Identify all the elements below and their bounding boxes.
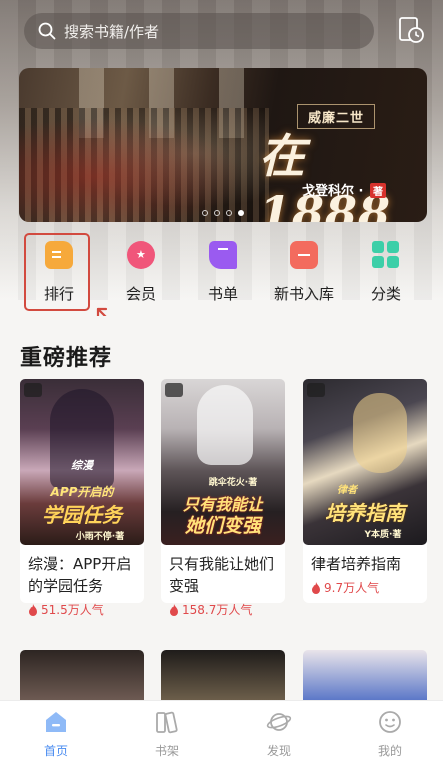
book-title: 综漫：APP开启的学园任务 [28,555,132,595]
book-popularity: 51.5万人气 [28,601,144,618]
cover-text-1: 综漫 [71,459,93,472]
popularity-text: 158.7万人气 [182,603,253,617]
reading-history-icon[interactable] [396,15,426,45]
recommend-section: 重磅推荐 综漫 APP开启的 学园任务 小雨不停·著 综漫：APP开启的学园任务… [0,316,443,700]
book-cover: 律者 培养指南 Y本质·著 [303,379,427,545]
tab-home[interactable]: 首页 [16,701,96,759]
home-icon [46,712,66,732]
category-label: 分类 [370,285,401,303]
category-icon [372,241,400,269]
book-cover-partial[interactable] [20,650,144,700]
tab-profile[interactable]: 我的 [350,701,430,759]
book-card[interactable]: 律者 培养指南 Y本质·著 律者培养指南 9.7万人气 [303,379,427,603]
search-bar[interactable]: 搜索书籍/作者 [24,13,374,49]
discover-icon [266,713,292,731]
book-popularity: 158.7万人气 [169,601,285,618]
cover-badge [24,383,42,397]
cover-text-3: 她们变强 [184,515,261,537]
search-icon [38,22,56,40]
book-card[interactable]: 综漫 APP开启的 学园任务 小雨不停·著 综漫：APP开启的学园任务 51.5… [20,379,144,617]
book-card[interactable]: 跳伞花火·著 只有我能让 她们变强 只有我能让她们变强 158.7万人气 [161,379,285,617]
banner-author-name: 戈登科尔 [302,184,355,199]
category-label: 新书入库 [273,285,334,303]
category-label: 会员 [125,285,156,303]
cover-badge [307,383,325,397]
section-title: 重磅推荐 [20,346,113,371]
bottom-tab-bar: 首页 书架 发现 我的 [0,700,443,759]
booklist-icon [209,241,237,269]
book-title: 只有我能让她们变强 [169,555,275,595]
category-classification[interactable]: 分类 [346,232,426,304]
cover-text-2: APP开启的 [50,485,114,499]
cover-author: Y本质·著 [364,530,402,540]
book-popularity: 9.7万人气 [311,579,427,596]
book-cover: 综漫 APP开启的 学园任务 小雨不停·著 [20,379,144,545]
cover-author: 跳伞花火·著 [208,478,258,488]
tab-label: 发现 [266,744,291,758]
banner-dot[interactable] [214,210,220,216]
banner-pagination [19,210,427,216]
tab-label: 书架 [154,744,179,758]
category-booklist[interactable]: 书单 [183,232,263,304]
banner-artwork-crowd [19,108,269,222]
flame-icon [29,603,37,616]
cover-text-3: 培养指南 [325,501,405,525]
cover-text-1: 律者 [337,485,357,496]
popularity-text: 9.7万人气 [324,581,380,595]
book-cover: 跳伞花火·著 只有我能让 她们变强 [161,379,285,545]
tab-bookshelf[interactable]: 书架 [127,701,207,759]
tab-discover[interactable]: 发现 [239,701,319,759]
cover-badge [165,383,183,397]
popularity-text: 51.5万人气 [41,603,104,617]
book-cover-partial[interactable] [161,650,285,700]
banner-title: 在1888 [259,129,392,222]
book-title: 律者培养指南 [311,555,402,573]
flame-icon [170,603,178,616]
banner-author: 戈登科尔 · 著 [302,180,387,199]
vip-icon: ★ [127,241,155,269]
category-label: 书单 [207,285,238,303]
banner-dot-active[interactable] [238,210,244,216]
tab-label: 我的 [377,744,402,758]
category-new-books[interactable]: 新书入库 [264,232,344,304]
book-cover-partial[interactable] [303,650,427,700]
banner-dot[interactable] [226,210,232,216]
cover-text-3: 学园任务 [42,503,122,527]
banner-author-tag: 著 [370,183,387,198]
search-placeholder: 搜索书籍/作者 [64,22,160,41]
category-vip[interactable]: ★ 会员 [101,232,181,304]
flame-icon [312,581,320,594]
new-books-icon [290,241,318,269]
promo-banner[interactable]: 威廉二世 在1888 戈登科尔 · 著 [19,68,427,222]
tab-label: 首页 [43,744,68,758]
profile-icon [379,711,401,733]
banner-dot[interactable] [202,210,208,216]
bookshelf-icon [156,711,178,734]
ranking-highlight-box [24,233,90,311]
cover-author: 小雨不停·著 [75,532,125,542]
